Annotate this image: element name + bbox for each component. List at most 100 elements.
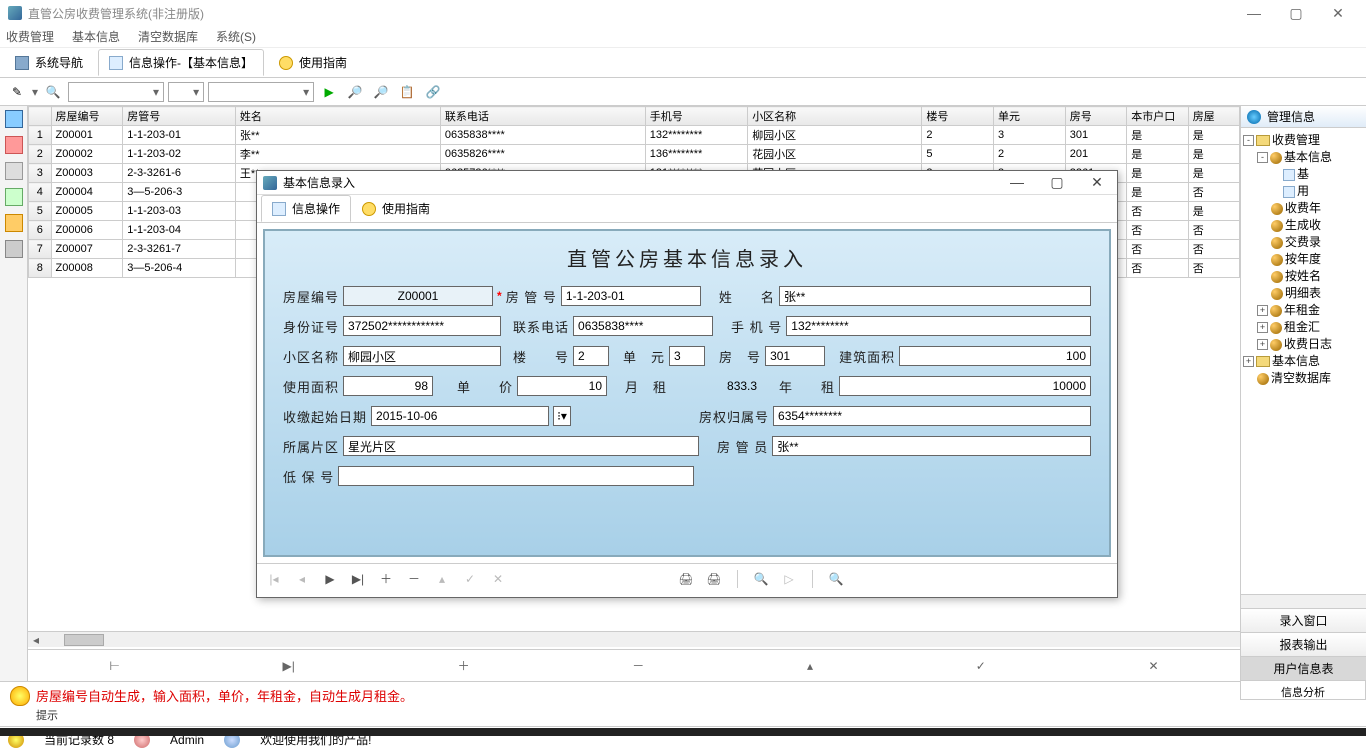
- horizontal-scrollbar[interactable]: ◂: [28, 631, 1240, 647]
- dnav-del[interactable]: －: [405, 570, 423, 588]
- list-button[interactable]: 📋: [396, 81, 418, 103]
- table-row[interactable]: 1Z000011-1-203-01张**0635838****132******…: [29, 126, 1240, 145]
- manager-field[interactable]: [772, 436, 1091, 456]
- col-header[interactable]: 房号: [1065, 107, 1126, 126]
- dnav-first: |◂: [265, 570, 283, 588]
- find-user-button[interactable]: 🔎: [370, 81, 392, 103]
- menubar: 收费管理 基本信息 清空数据库 系统(S): [0, 26, 1366, 48]
- dnav-print[interactable]: 🖨: [677, 570, 695, 588]
- nav-up[interactable]: ▴: [807, 659, 813, 673]
- form-icon: [272, 202, 286, 216]
- col-header[interactable]: 房屋: [1188, 107, 1239, 126]
- phone-field[interactable]: [573, 316, 713, 336]
- filter3-combo[interactable]: ▾: [208, 82, 314, 102]
- build-area-field[interactable]: [899, 346, 1091, 366]
- rp-hscroll[interactable]: [1241, 594, 1366, 608]
- nav-check[interactable]: ✓: [976, 659, 986, 673]
- building-field[interactable]: [573, 346, 609, 366]
- analysis-tab[interactable]: 信息分析: [1240, 680, 1366, 700]
- search-button[interactable]: 🔍: [42, 81, 64, 103]
- unit-price-field[interactable]: [517, 376, 607, 396]
- date-picker-button[interactable]: ⁝▾: [553, 406, 571, 426]
- tab-infoop[interactable]: 信息操作-【基本信息】: [98, 49, 264, 76]
- mobile-field[interactable]: [786, 316, 1091, 336]
- run-button[interactable]: ▶: [318, 81, 340, 103]
- col-header[interactable]: 联系电话: [440, 107, 645, 126]
- dlg-close-button[interactable]: ✕: [1083, 174, 1111, 191]
- lb-folder-icon[interactable]: [5, 214, 23, 232]
- globe-icon: [1247, 110, 1261, 124]
- dlg-tab-guide[interactable]: 使用指南: [351, 195, 441, 222]
- tab-guide[interactable]: 使用指南: [268, 49, 358, 76]
- col-header[interactable]: 房管号: [123, 107, 236, 126]
- idcard-field[interactable]: [343, 316, 501, 336]
- dlg-max-button[interactable]: ▢: [1043, 174, 1071, 191]
- minimize-button[interactable]: ―: [1234, 2, 1274, 24]
- menu-basic[interactable]: 基本信息: [72, 28, 120, 45]
- dnav-last[interactable]: ▶|: [349, 570, 367, 588]
- find-person-button[interactable]: 🔎: [344, 81, 366, 103]
- col-header[interactable]: 手机号: [645, 107, 747, 126]
- nav-prev-page[interactable]: ▶|: [283, 659, 295, 673]
- os-taskbar: [0, 728, 1366, 736]
- nav-add[interactable]: ＋: [458, 657, 470, 674]
- dnav-next[interactable]: ▶: [321, 570, 339, 588]
- room-field[interactable]: [765, 346, 825, 366]
- lb-form-icon[interactable]: [5, 136, 23, 154]
- menu-system[interactable]: 系统(S): [216, 28, 256, 45]
- form-icon: [109, 56, 123, 70]
- menu-fee[interactable]: 收费管理: [6, 28, 54, 45]
- table-row[interactable]: 2Z000021-1-203-02李**0635826****136******…: [29, 145, 1240, 164]
- lb-window-icon[interactable]: [5, 110, 23, 128]
- mgmt-no-field[interactable]: [561, 286, 701, 306]
- low-insurance-field[interactable]: [338, 466, 694, 486]
- use-area-field[interactable]: [343, 376, 433, 396]
- col-header[interactable]: 本市户口: [1127, 107, 1188, 126]
- start-date-field[interactable]: [371, 406, 549, 426]
- maximize-button[interactable]: ▢: [1276, 2, 1316, 24]
- filter1-combo[interactable]: ▾: [68, 82, 164, 102]
- nav-tree[interactable]: - 收费管理- 基本信息 基 用 收费年 生成收 交费录 按年度 按姓名 明细表…: [1241, 128, 1366, 594]
- dlg-tab-info[interactable]: 信息操作: [261, 195, 351, 222]
- nav-remove[interactable]: －: [632, 657, 644, 674]
- dnav-add[interactable]: ＋: [377, 570, 395, 588]
- dnav-find[interactable]: 🔍: [827, 570, 845, 588]
- ownership-no-field[interactable]: [773, 406, 1091, 426]
- district-field[interactable]: [343, 436, 699, 456]
- name-field[interactable]: [779, 286, 1091, 306]
- dlg-min-button[interactable]: ―: [1003, 174, 1031, 191]
- col-header[interactable]: 房屋编号: [51, 107, 123, 126]
- dnav-play: ▷: [780, 570, 798, 588]
- col-header[interactable]: 楼号: [922, 107, 994, 126]
- annual-rent-field[interactable]: [839, 376, 1091, 396]
- rtab-report[interactable]: 报表输出: [1241, 633, 1366, 657]
- filter2-combo[interactable]: ▾: [168, 82, 204, 102]
- unit-field[interactable]: [669, 346, 705, 366]
- help-icon: [279, 56, 293, 70]
- nav-first[interactable]: ⊢: [109, 659, 119, 673]
- lb-doc-icon[interactable]: [5, 162, 23, 180]
- rtab-entry[interactable]: 录入窗口: [1241, 609, 1366, 633]
- dnav-print2[interactable]: 🖨: [705, 570, 723, 588]
- app-icon: [8, 6, 22, 20]
- house-id-field[interactable]: [343, 286, 493, 306]
- edit-button[interactable]: ✎: [6, 81, 28, 103]
- left-iconbar: [0, 106, 28, 681]
- lb-table-icon[interactable]: [5, 188, 23, 206]
- nav-cancel[interactable]: ✕: [1149, 659, 1159, 673]
- rtab-userinfo[interactable]: 用户信息表: [1241, 657, 1366, 681]
- col-header[interactable]: 单元: [994, 107, 1066, 126]
- dnav-prev: ◂: [293, 570, 311, 588]
- close-button[interactable]: ✕: [1318, 2, 1358, 24]
- lb-tool-icon[interactable]: [5, 240, 23, 258]
- menu-clear[interactable]: 清空数据库: [138, 28, 198, 45]
- dnav-preview[interactable]: 🔍: [752, 570, 770, 588]
- titlebar: 直管公房收费管理系统(非注册版) ― ▢ ✕: [0, 0, 1366, 26]
- col-header[interactable]: 小区名称: [748, 107, 922, 126]
- link-button[interactable]: 🔗: [422, 81, 444, 103]
- tab-sysnav[interactable]: 系统导航: [4, 49, 94, 76]
- community-field[interactable]: [343, 346, 501, 366]
- col-header[interactable]: 姓名: [235, 107, 440, 126]
- dlg-record-nav: |◂ ◂ ▶ ▶| ＋ － ▴ ✓ ✕ 🖨 🖨 🔍 ▷ 🔍: [257, 563, 1117, 593]
- dlg-icon: [263, 176, 277, 190]
